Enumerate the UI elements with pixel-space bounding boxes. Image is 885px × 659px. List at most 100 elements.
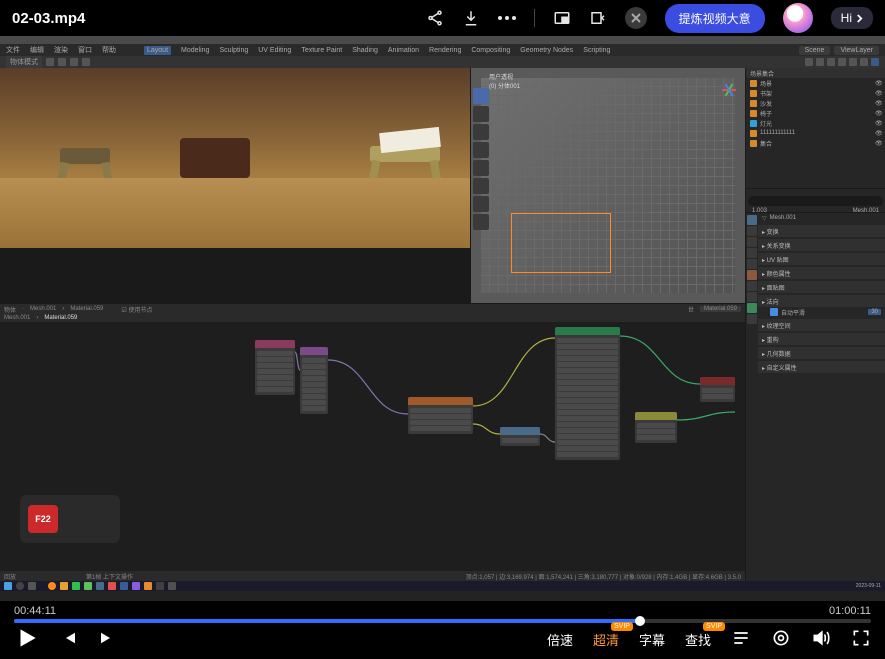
prop-tab-icon[interactable] (747, 237, 757, 247)
search-icon[interactable] (16, 582, 24, 590)
vp-tool[interactable] (473, 178, 489, 194)
menu-window[interactable]: 窗口 (78, 45, 92, 55)
progress-bar[interactable] (14, 619, 871, 623)
node-mix[interactable] (635, 412, 677, 443)
prop-tab-icon[interactable] (747, 259, 757, 269)
menu-render[interactable]: 渲染 (54, 45, 68, 55)
node-sep-rgb[interactable] (500, 427, 540, 446)
workspace-tab[interactable]: Compositing (471, 47, 510, 54)
outliner-item[interactable]: 灯光👁 (746, 118, 885, 128)
prop-section[interactable]: ▸ 纹理空间 (758, 319, 885, 331)
nav-gizmo[interactable] (707, 74, 739, 106)
vp-tool[interactable] (473, 88, 489, 104)
prop-section[interactable]: ▸ UV 贴图 (758, 253, 885, 265)
outliner-item[interactable]: 集合👁 (746, 138, 885, 148)
world-label[interactable]: 世 (688, 305, 694, 314)
workspace-tab[interactable]: UV Editing (258, 47, 291, 54)
more-icon[interactable] (498, 9, 516, 27)
playlist-icon[interactable] (731, 628, 751, 651)
material-slot[interactable]: Material.059 (700, 306, 741, 312)
tb-icon[interactable] (838, 58, 846, 66)
vp-tool[interactable] (473, 106, 489, 122)
avatar[interactable] (783, 3, 813, 33)
tb-icon[interactable] (82, 58, 90, 66)
app-icon[interactable] (96, 582, 104, 590)
prop-tab-icon[interactable] (747, 226, 757, 236)
prop-tab-icon[interactable] (747, 303, 757, 313)
pip-icon[interactable] (553, 9, 571, 27)
app-icon[interactable] (168, 582, 176, 590)
prop-section[interactable]: ▸ 变换 (758, 225, 885, 237)
menu-edit[interactable]: 编辑 (30, 45, 44, 55)
workspace-tab[interactable]: Texture Paint (301, 47, 342, 54)
vp-tool[interactable] (473, 214, 489, 230)
mode-dropdown[interactable]: 物体模式 (6, 56, 42, 68)
quality-button[interactable]: 超清SVIP (593, 630, 619, 649)
node-tex-coord[interactable] (255, 340, 295, 395)
outliner-item[interactable]: 椅子👁 (746, 108, 885, 118)
prop-tab-icon[interactable] (747, 270, 757, 280)
extract-summary-button[interactable]: 提炼视频大意 (665, 4, 765, 33)
settings-icon[interactable] (771, 628, 791, 651)
node-output[interactable] (700, 377, 735, 402)
tb-icon[interactable] (70, 58, 78, 66)
tb-icon[interactable] (871, 58, 879, 66)
hi-chip[interactable]: Hi (831, 7, 873, 29)
taskview-icon[interactable] (28, 582, 36, 590)
workspace-tab[interactable]: Rendering (429, 47, 461, 54)
app-icon[interactable] (72, 582, 80, 590)
next-button[interactable] (98, 629, 116, 650)
node-editor[interactable]: 物体 · Mesh.001 › Material.059 ☑ 使用节点 世 Ma… (0, 303, 745, 581)
outliner-item[interactable]: 沙发👁 (746, 98, 885, 108)
prop-tab-icon[interactable] (747, 281, 757, 291)
start-icon[interactable] (4, 582, 12, 590)
tb-icon[interactable] (58, 58, 66, 66)
prop-section[interactable]: ▸ 自定义属性 (758, 361, 885, 373)
viewlayer-dropdown[interactable]: ViewLayer (834, 46, 879, 55)
prop-section[interactable]: ▸ 关系变换 (758, 239, 885, 251)
node-mapping[interactable] (300, 347, 328, 414)
tb-icon[interactable] (805, 58, 813, 66)
tb-icon[interactable] (816, 58, 824, 66)
menu-file[interactable]: 文件 (6, 45, 20, 55)
vp-tool[interactable] (473, 142, 489, 158)
render-viewport[interactable] (0, 68, 470, 303)
outliner-item[interactable]: 书架👁 (746, 88, 885, 98)
workspace-tab[interactable]: Scripting (583, 47, 610, 54)
workspace-tab[interactable]: Shading (352, 47, 378, 54)
close-button[interactable] (625, 7, 647, 29)
outliner-item[interactable]: 111111111111👁 (746, 128, 885, 138)
app-icon[interactable] (84, 582, 92, 590)
scene-dropdown[interactable]: Scene (799, 46, 831, 55)
workspace-tab[interactable]: Animation (388, 47, 419, 54)
properties-panel[interactable]: ▽Mesh.001 ▸ 变换▸ 关系变换▸ UV 贴图▸ 颜色属性▸ 面贴图▸ … (746, 212, 885, 373)
workspace-tab[interactable]: Layout (144, 46, 171, 55)
share-icon[interactable] (426, 9, 444, 27)
prop-section[interactable]: ▸ 重构 (758, 333, 885, 345)
tb-icon[interactable] (860, 58, 868, 66)
prop-section[interactable]: ▸ 颜色属性 (758, 267, 885, 279)
download-icon[interactable] (462, 9, 480, 27)
node-img-tex[interactable] (408, 397, 473, 434)
vp-tool[interactable] (473, 160, 489, 176)
vp-tool[interactable] (473, 196, 489, 212)
prop-section[interactable]: ▸ 面贴图 (758, 281, 885, 293)
collapse-icon[interactable] (589, 9, 607, 27)
use-nodes-toggle[interactable]: ☑ 使用节点 (121, 305, 152, 314)
app-icon[interactable] (144, 582, 152, 590)
app-icon[interactable] (120, 582, 128, 590)
outliner-item[interactable]: 场景👁 (746, 78, 885, 88)
play-button[interactable] (14, 625, 40, 654)
prop-section[interactable]: ▸ 几何数据 (758, 347, 885, 359)
prop-tab-icon[interactable] (747, 314, 757, 324)
subtitle-button[interactable]: 字幕 (639, 630, 665, 649)
prop-tab- icon[interactable] (747, 292, 757, 302)
vp-tool[interactable] (473, 124, 489, 140)
find-button[interactable]: 查找SVIP (685, 630, 711, 649)
workspace-tab[interactable]: Geometry Nodes (520, 47, 573, 54)
app-icon[interactable] (156, 582, 164, 590)
node-mode[interactable]: 物体 (4, 305, 16, 314)
node-principled[interactable] (555, 327, 620, 460)
app-icon[interactable] (60, 582, 68, 590)
app-icon[interactable] (132, 582, 140, 590)
